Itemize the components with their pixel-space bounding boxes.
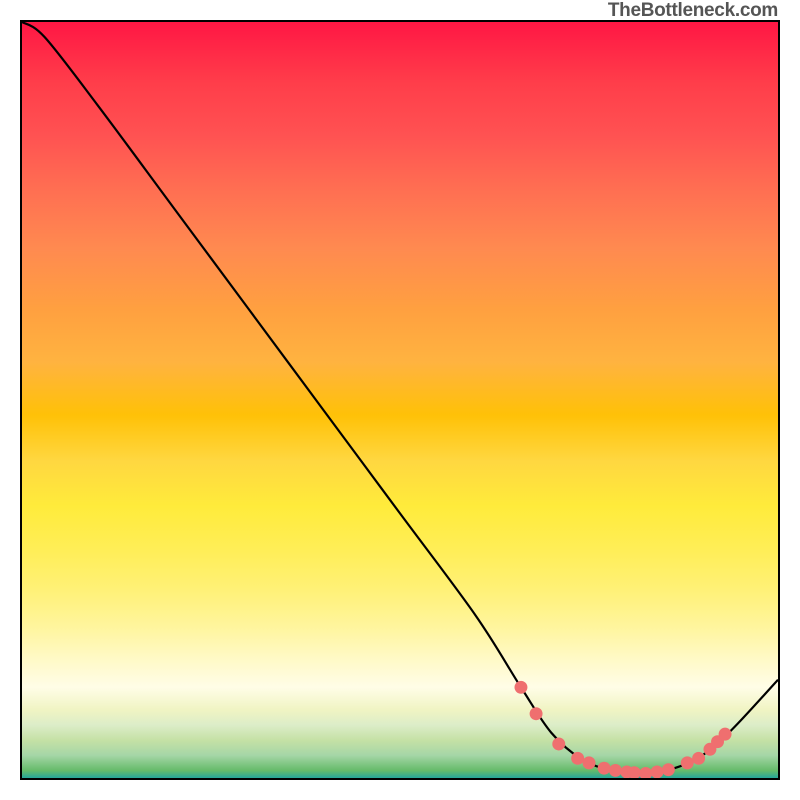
data-dot <box>692 752 705 765</box>
watermark-text: TheBottleneck.com <box>608 0 778 22</box>
data-dot <box>571 752 584 765</box>
data-dot <box>681 756 694 769</box>
bottleneck-curve <box>22 22 778 774</box>
data-dot <box>651 765 664 778</box>
data-dot <box>719 728 732 741</box>
plot-area <box>20 20 780 780</box>
data-dot <box>598 762 611 775</box>
data-dot <box>514 681 527 694</box>
data-dot <box>609 764 622 777</box>
data-dots <box>514 681 731 778</box>
data-dot <box>662 763 675 776</box>
data-dot <box>639 767 652 778</box>
chart-container: TheBottleneck.com <box>0 0 800 800</box>
curve-layer <box>22 22 778 778</box>
data-dot <box>583 756 596 769</box>
data-dot <box>552 738 565 751</box>
data-dot <box>530 707 543 720</box>
